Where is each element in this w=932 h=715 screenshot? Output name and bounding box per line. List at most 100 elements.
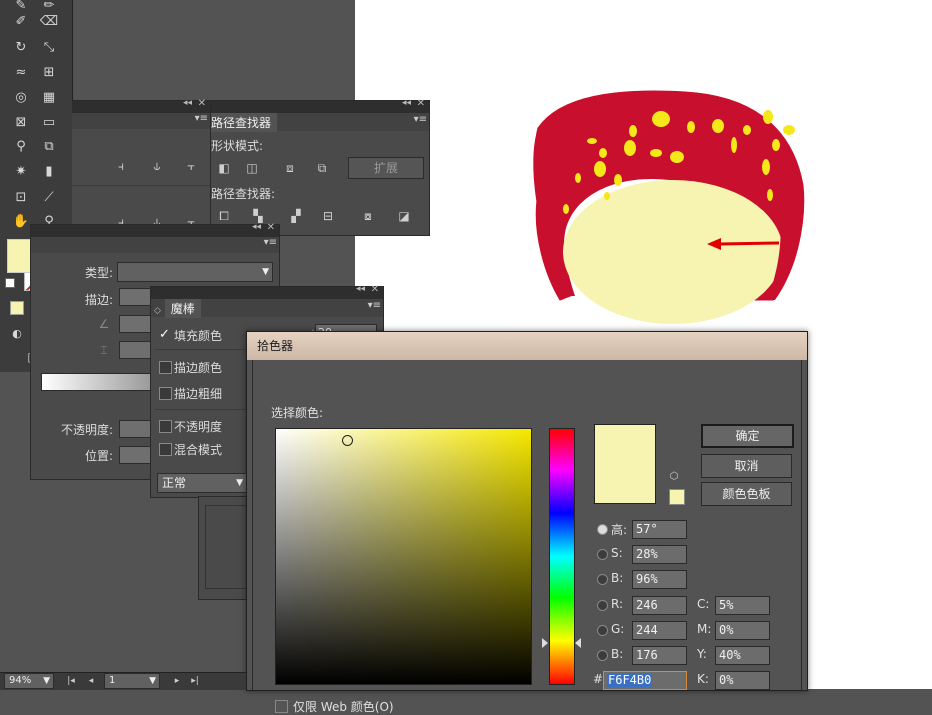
hue-field[interactable]: 57° <box>632 520 687 539</box>
zoom-dropdown[interactable]: 94% ▼ <box>4 673 54 689</box>
stroke-color-checkbox[interactable] <box>159 361 172 374</box>
close-icon[interactable]: ✕ <box>371 284 379 295</box>
align-center-icon[interactable]: ⫝ <box>150 159 164 173</box>
next-artboard-icon[interactable]: ▸ <box>170 674 184 688</box>
panel-expand-icon[interactable]: ◇ <box>151 306 161 316</box>
trim-icon[interactable]: ▚ <box>251 209 265 223</box>
color-swatches-button[interactable]: 颜色色板 <box>701 482 792 506</box>
divide-icon[interactable]: ⧠ <box>217 209 231 223</box>
dialog-titlebar[interactable]: 拾色器 <box>247 332 807 360</box>
gradient-icon[interactable]: ▭ <box>38 111 60 133</box>
outline-icon[interactable]: ⧇ <box>361 209 375 223</box>
panel-menu-icon[interactable]: ▾≡ <box>195 113 208 124</box>
blue-field[interactable]: 176 <box>632 646 687 665</box>
blend-mode-checkbox[interactable] <box>159 443 172 456</box>
panel-menu-icon[interactable]: ▾≡ <box>264 237 277 248</box>
last-artboard-icon[interactable]: ▸| <box>188 674 202 688</box>
close-icon[interactable]: ✕ <box>267 222 275 233</box>
align-left-icon[interactable]: ⫞ <box>114 159 128 173</box>
hue-slider-left-arrow[interactable] <box>542 638 548 648</box>
panel-menu-icon[interactable]: ▾≡ <box>414 114 427 125</box>
color-mode-icon[interactable] <box>10 301 24 315</box>
blob-brush-icon[interactable]: ✐ <box>10 10 32 32</box>
free-transform-icon[interactable]: ⊞ <box>38 61 60 83</box>
minus-front-icon[interactable]: ◫ <box>245 161 259 175</box>
scale-icon[interactable]: ⤡ <box>38 36 60 58</box>
align-right-icon[interactable]: ⫟ <box>184 159 198 173</box>
opacity-checkbox[interactable] <box>159 420 172 433</box>
crop-icon[interactable]: ⊟ <box>321 209 335 223</box>
magenta-field[interactable]: 0% <box>715 621 770 640</box>
slice-icon[interactable]: ⟋ <box>38 186 60 208</box>
prev-artboard-icon[interactable]: ◂ <box>84 674 98 688</box>
artboard-icon[interactable]: ⊡ <box>10 186 32 208</box>
close-icon[interactable]: ✕ <box>198 98 206 109</box>
blend-icon[interactable]: ⧉ <box>38 135 60 157</box>
black-field[interactable]: 0% <box>715 671 770 690</box>
collapse-icon[interactable]: ◂◂ <box>252 222 261 232</box>
saturation-brightness-field[interactable] <box>275 428 532 685</box>
aspect-field[interactable] <box>119 341 151 359</box>
minus-back-icon[interactable]: ◪ <box>397 209 411 223</box>
saturation-field[interactable]: 28% <box>632 545 687 564</box>
web-only-checkbox[interactable] <box>275 700 288 713</box>
first-artboard-icon[interactable]: |◂ <box>64 674 78 688</box>
hue-slider[interactable] <box>549 428 575 685</box>
collapse-icon[interactable]: ◂◂ <box>183 98 192 108</box>
hue-radio[interactable] <box>597 524 608 535</box>
red-radio[interactable] <box>597 600 608 611</box>
fill-color-checkbox[interactable]: ✓ <box>159 327 170 342</box>
default-colors-icon[interactable] <box>5 278 15 288</box>
artboard-dropdown[interactable]: 1 ▼ <box>104 673 160 689</box>
hex-field[interactable]: F6F4B0 <box>603 671 687 690</box>
eraser-icon[interactable]: ⌫ <box>38 10 60 32</box>
close-icon[interactable]: ✕ <box>417 98 425 109</box>
cube-icon[interactable]: ⬡ <box>667 470 681 484</box>
stroke-weight-checkbox[interactable] <box>159 387 172 400</box>
cancel-button[interactable]: 取消 <box>701 454 792 478</box>
green-field[interactable]: 244 <box>632 621 687 640</box>
angle-field[interactable] <box>119 315 151 333</box>
mushroom-stem <box>563 180 783 324</box>
perspective-grid-icon[interactable]: ▦ <box>38 86 60 108</box>
expand-button[interactable]: 扩展 <box>348 157 424 179</box>
position-field[interactable] <box>119 446 153 464</box>
stroke-field[interactable] <box>119 288 151 306</box>
draw-normal-icon[interactable]: ◐ <box>6 322 28 344</box>
red-field[interactable]: 246 <box>632 596 687 615</box>
unite-icon[interactable]: ◧ <box>217 161 231 175</box>
tab-magic-wand[interactable]: 魔棒 <box>164 299 201 318</box>
ok-button[interactable]: 确定 <box>701 424 794 448</box>
rotate-icon[interactable]: ↻ <box>10 36 32 58</box>
collapse-icon[interactable]: ◂◂ <box>356 284 365 294</box>
opacity-label: 不透明度: <box>61 423 114 437</box>
symbol-sprayer-icon[interactable]: ✷ <box>10 160 32 182</box>
blend-mode-dropdown[interactable]: 正常 ▼ <box>157 473 247 493</box>
cyan-field[interactable]: 5% <box>715 596 770 615</box>
hand-icon[interactable]: ✋ <box>10 210 32 232</box>
saturation-radio[interactable] <box>597 549 608 560</box>
web-safe-swatch[interactable] <box>669 489 685 505</box>
hue-slider-right-arrow[interactable] <box>575 638 581 648</box>
type-dropdown[interactable]: ▼ <box>117 262 273 282</box>
brightness-field[interactable]: 96% <box>632 570 687 589</box>
eyedropper-icon[interactable]: ⚲ <box>10 135 32 157</box>
exclude-icon[interactable]: ⧉ <box>315 161 329 175</box>
blue-radio[interactable] <box>597 650 608 661</box>
tab-pathfinder[interactable]: 路径查找器 <box>211 113 278 132</box>
yellow-field[interactable]: 40% <box>715 646 770 665</box>
intersect-icon[interactable]: ⧈ <box>283 161 297 175</box>
mesh-icon[interactable]: ⊠ <box>10 111 32 133</box>
panel-menu-icon[interactable]: ▾≡ <box>368 300 381 311</box>
collapse-icon[interactable]: ◂◂ <box>402 98 411 108</box>
green-radio[interactable] <box>597 625 608 636</box>
column-graph-icon[interactable]: ▮ <box>38 160 60 182</box>
gradient-slider[interactable] <box>41 373 153 391</box>
warp-icon[interactable]: ≈ <box>10 61 32 83</box>
merge-icon[interactable]: ▞ <box>289 209 303 223</box>
cyan-label: C: <box>697 597 710 611</box>
opacity-field[interactable] <box>119 420 153 438</box>
brightness-radio[interactable] <box>597 574 608 585</box>
shape-builder-icon[interactable]: ◎ <box>10 86 32 108</box>
color-selector-circle[interactable] <box>342 435 353 446</box>
